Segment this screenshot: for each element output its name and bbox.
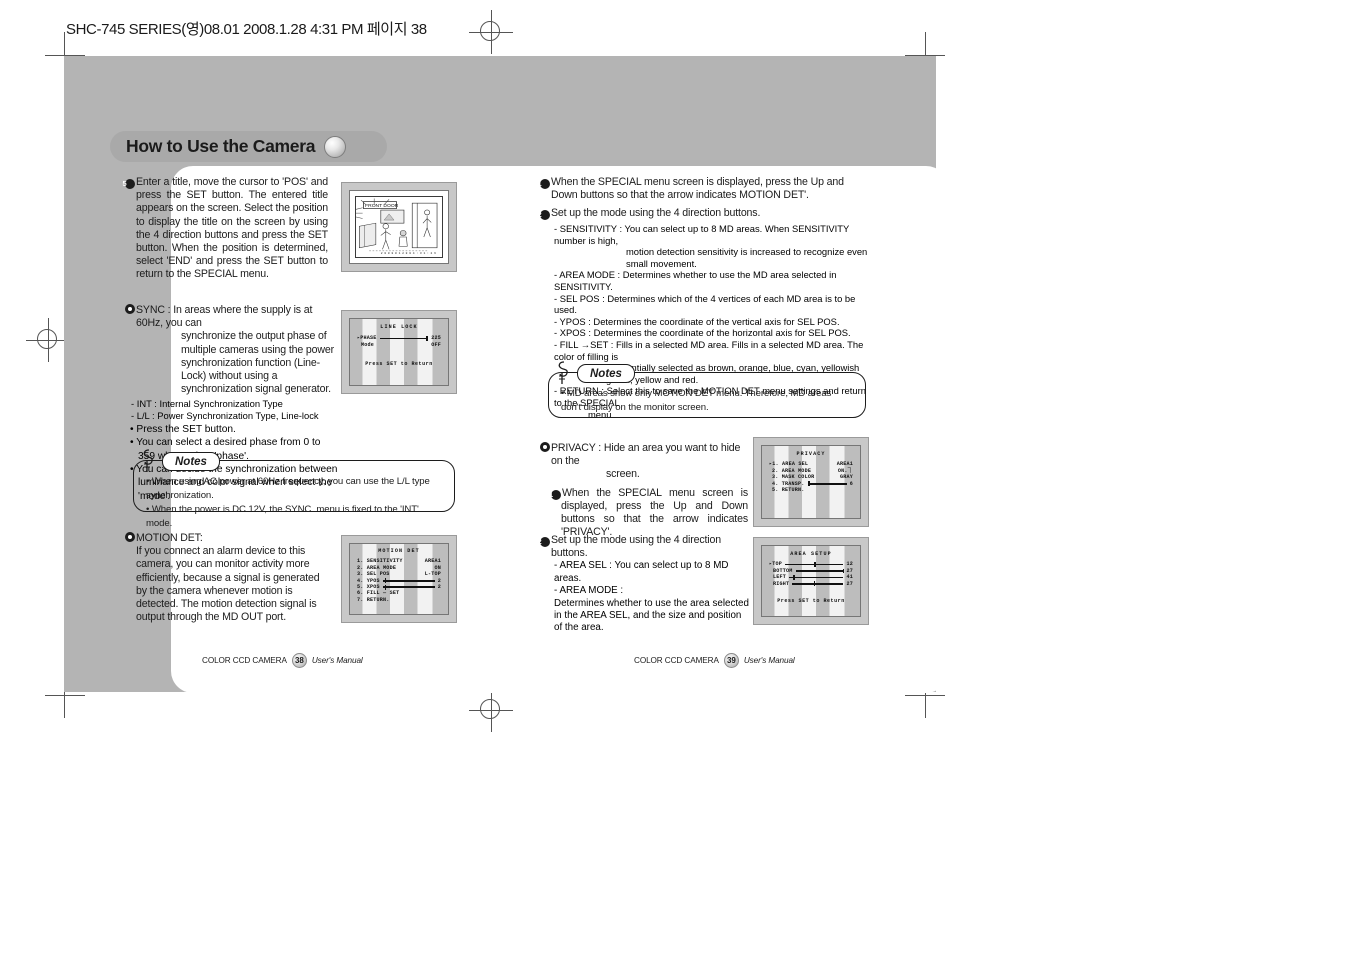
front-door-scene-icon: FRONT DOOR 2 0 0 8 0 1 2 8 0 4: 3 1: 2…	[355, 197, 442, 257]
footer-right-brand: COLOR CCD CAMERA	[634, 656, 719, 665]
md-item-xpos: - XPOS : Determines the coordinate of th…	[554, 327, 851, 339]
md-step-2-marker: 2	[537, 210, 550, 220]
footer-left-manual: User's Manual	[311, 656, 363, 665]
footer-right-page-number: 39	[723, 653, 739, 668]
area-setup-right-bar	[792, 581, 844, 587]
footer-left-brand: COLOR CCD CAMERA	[202, 656, 287, 665]
osd-line-lock: LINE LOCK ▸PHASE 225 Mode OFF Press SET …	[341, 310, 457, 394]
motion-det-title: MOTION DET	[378, 548, 420, 554]
notes-line-sync-2: • When the power is DC 12V, the SYNC. me…	[146, 504, 419, 529]
privacy-bullet-icon	[540, 442, 550, 452]
notes-box-sync: Notes • When using AC power at 60Hz freq…	[133, 449, 455, 529]
md-step-2-block: 2 Set up the mode using the 4 direction b…	[537, 207, 865, 220]
registration-mark-bottom	[469, 688, 513, 732]
sync-continuation: synchronize the output phase of multiple…	[181, 330, 335, 396]
notes-clip-icon	[143, 449, 153, 472]
line-lock-row-mode: Mode OFF	[357, 342, 441, 348]
privacy-step-1: 1 When the SPECIAL menu screen is display…	[548, 486, 748, 539]
privacy-step-1-marker: 1	[549, 489, 561, 500]
line-lock-mode-value: OFF	[431, 341, 441, 348]
md-item-fill: - FILL →SET : Fills in a selected MD are…	[554, 338, 864, 362]
svg-text:FRONT DOOR: FRONT DOOR	[365, 203, 399, 209]
motion-det-heading: MOTION DET:	[136, 532, 203, 544]
title-knob-icon	[324, 135, 347, 158]
privacy-return-label: 5. RETURN.	[772, 487, 805, 494]
motion-det-xpos-value: 2	[437, 584, 441, 591]
privacy-step-2-marker: 2	[537, 537, 550, 547]
md-item-ypos: - YPOS : Determines the coordinate of th…	[554, 315, 840, 327]
motion-det-text: If you connect an alarm device to this c…	[136, 545, 320, 624]
footer-left-page-number: 38	[291, 653, 307, 668]
line-lock-title: LINE LOCK	[380, 324, 418, 330]
area-setup-title: AREA SETUP	[790, 551, 832, 557]
sync-dash-ll: - L/L : Power Synchronization Type, Line…	[131, 410, 319, 422]
notes-label-md: Notes	[577, 364, 635, 383]
motion-det-bullet-icon	[125, 532, 135, 542]
privacy-osd-title: PRIVACY	[796, 451, 826, 457]
md-step-1-text: When the SPECIAL menu screen is displaye…	[551, 176, 844, 202]
area-setup-left-bar	[789, 575, 844, 580]
privacy-step-2-text: Set up the mode using the 4 direction bu…	[551, 534, 721, 560]
motion-det-ypos-bar	[382, 578, 435, 584]
area-setup-footer: Press SET to Return	[777, 598, 845, 605]
md-item-sensitivity: - SENSITIVITY : You can select up to 8 M…	[554, 223, 850, 246]
footer-right-manual: User's Manual	[743, 656, 795, 665]
osd-title-position-screen: FRONT DOOR 2 0 0 8 0 1 2 8 0 4: 3 1: 2…	[341, 182, 457, 272]
md-step-1-marker: 1	[537, 179, 550, 189]
page-title: How to Use the Camera	[126, 136, 316, 156]
motion-det-block: MOTION DET: If you connect an alarm devi…	[125, 532, 330, 624]
notes-line-sync-1: • When using AC power at 60Hz frequency,…	[146, 476, 430, 501]
area-setup-right-value: 27	[846, 580, 853, 587]
line-lock-phase-bar	[379, 336, 429, 342]
privacy-block: PRIVACY : Hide an area you want to hide …	[540, 442, 748, 539]
privacy-row-return: 5. RETURN.	[769, 487, 853, 493]
privacy-transp-value: 6	[849, 480, 853, 487]
privacy-item-area-sel: - AREA SEL : You can select up to 8 MD a…	[554, 560, 729, 584]
privacy-transp-bar	[807, 481, 847, 487]
motion-det-row-return: 7. RETURN.	[357, 597, 441, 603]
osd-privacy: PRIVACY ▸1. AREA SEL AREA1 2. AREA MODE …	[753, 437, 869, 527]
osd-area-setup: AREA SETUP ▸TOP 12 BOTTOM 27 LEFT 41 RIG…	[753, 537, 869, 625]
sync-dot-1: • Press the SET button.	[130, 423, 236, 435]
osd-motion-det: MOTION DET 1. SENSITIVITY AREA1 2. AREA …	[341, 535, 457, 623]
area-setup-row-right: RIGHT 27	[769, 581, 853, 587]
privacy-item-area-mode: - AREA MODE :	[554, 585, 624, 597]
md-step-2-text: Set up the mode using the 4 direction bu…	[551, 207, 761, 219]
line-lock-mode-label: Mode	[361, 341, 375, 348]
step-5-block: 5 Enter a title, move the cursor to 'POS'…	[122, 176, 328, 282]
footer-left: COLOR CCD CAMERA 38 User's Manual	[202, 653, 363, 668]
sync-dash-int: - INT : Internal Synchronization Type	[131, 398, 283, 410]
svg-text:2 0 0 8 0 1 2 8 0 4 : 3 1 : 2: 2 0 0 8 0 1 2 8 0 4 : 3 1 : 2 6	[381, 252, 436, 255]
md-step-1-block: 1 When the SPECIAL menu screen is display…	[537, 176, 865, 202]
footer-right: COLOR CCD CAMERA 39 User's Manual	[634, 653, 795, 668]
notes-line-md-1: • MD areas show only MOTION DET menu. Th…	[561, 388, 832, 413]
sync-heading: SYNC : In areas where the supply is at 6…	[136, 304, 313, 330]
md-item-sensitivity-cont: motion detection sensitivity is increase…	[626, 246, 868, 269]
privacy-heading-cont: screen.	[606, 468, 640, 481]
md-item-area-mode: - AREA MODE : Determines whether to use …	[554, 269, 837, 292]
motion-det-xpos-bar	[382, 584, 435, 590]
motion-det-return-label: 7. RETURN.	[357, 596, 390, 603]
sync-bullet-icon	[125, 304, 135, 314]
md-item-sel-pos: - SEL POS : Determines which of the 4 ve…	[554, 292, 856, 316]
notes-clip-icon-md	[558, 361, 568, 384]
area-setup-bottom-bar	[795, 568, 845, 574]
notes-box-md: Notes • MD areas show only MOTION DET me…	[548, 361, 866, 418]
privacy-item-area-mode-body: Determines whether to use the area selec…	[554, 597, 749, 634]
area-setup-top-bar	[785, 562, 844, 568]
privacy-heading: PRIVACY : Hide an area you want to hide …	[551, 442, 741, 468]
registration-mark-top	[469, 10, 513, 54]
page-title-bar: How to Use the Camera	[110, 131, 387, 162]
step-5-text: Enter a title, move the cursor to 'POS' …	[136, 176, 328, 281]
area-setup-right-label: RIGHT	[773, 580, 790, 587]
title-screen-illustration: FRONT DOOR 2 0 0 8 0 1 2 8 0 4: 3 1: 2…	[355, 196, 443, 258]
notes-label-sync: Notes	[162, 452, 220, 471]
line-lock-footer: Press SET to Return	[365, 361, 433, 368]
step-5-marker: 5	[122, 179, 135, 189]
privacy-step-2-block: 2 Set up the mode using the 4 direction b…	[537, 534, 752, 635]
print-job-header: SHC-745 SERIES(영)08.01 2008.1.28 4:31 PM…	[66, 21, 427, 38]
